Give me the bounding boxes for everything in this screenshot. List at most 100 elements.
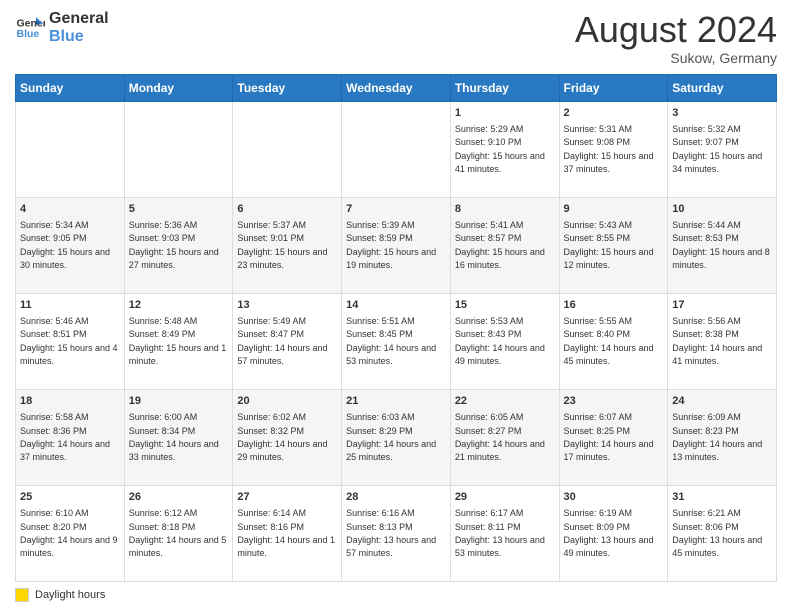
calendar-cell: 25Sunrise: 6:10 AM Sunset: 8:20 PM Dayli… [16, 485, 125, 581]
month-title: August 2024 [575, 10, 777, 50]
calendar-cell: 2 Sunrise: 5:31 AM Sunset: 9:08 PM Daylig… [559, 101, 668, 197]
day-number: 5 [129, 202, 229, 217]
day-detail: Sunrise: 6:02 AM Sunset: 8:32 PM Dayligh… [237, 412, 327, 462]
daylight-color-box [15, 588, 29, 602]
calendar-cell: 4 Sunrise: 5:34 AM Sunset: 9:05 PM Daylig… [16, 197, 125, 293]
logo-icon: General Blue [15, 13, 45, 43]
calendar-table: SundayMondayTuesdayWednesdayThursdayFrid… [15, 74, 777, 582]
day-number: 4 [20, 202, 120, 217]
calendar-cell: 1Sunrise: 5:29 AM Sunset: 9:10 PM Daylig… [450, 101, 559, 197]
day-number: 24 [672, 394, 772, 409]
day-detail: Sunrise: 6:05 AM Sunset: 8:27 PM Dayligh… [455, 412, 545, 462]
calendar-cell: 30 Sunrise: 6:19 AM Sunset: 8:09 PM Dayli… [559, 485, 668, 581]
weekday-header-monday: Monday [124, 74, 233, 101]
day-detail: Sunrise: 5:32 AM Sunset: 9:07 PM Dayligh… [672, 124, 762, 174]
day-number: 13 [237, 298, 337, 313]
day-detail: Sunrise: 6:16 AM Sunset: 8:13 PM Dayligh… [346, 508, 436, 558]
calendar-cell: 22Sunrise: 6:05 AM Sunset: 8:27 PM Dayli… [450, 389, 559, 485]
calendar-cell: 15Sunrise: 5:53 AM Sunset: 8:43 PM Dayli… [450, 293, 559, 389]
day-number: 16 [564, 298, 664, 313]
calendar-cell: 5 Sunrise: 5:36 AM Sunset: 9:03 PM Daylig… [124, 197, 233, 293]
calendar-cell: 19Sunrise: 6:00 AM Sunset: 8:34 PM Dayli… [124, 389, 233, 485]
calendar-cell: 3 Sunrise: 5:32 AM Sunset: 9:07 PM Daylig… [668, 101, 777, 197]
day-detail: Sunrise: 5:29 AM Sunset: 9:10 PM Dayligh… [455, 124, 545, 174]
calendar-cell: 14 Sunrise: 5:51 AM Sunset: 8:45 PM Dayli… [342, 293, 451, 389]
day-number: 18 [20, 394, 120, 409]
day-number: 29 [455, 490, 555, 505]
day-detail: Sunrise: 5:34 AM Sunset: 9:05 PM Dayligh… [20, 220, 110, 270]
day-number: 19 [129, 394, 229, 409]
weekday-header-sunday: Sunday [16, 74, 125, 101]
day-detail: Sunrise: 6:21 AM Sunset: 8:06 PM Dayligh… [672, 508, 762, 558]
calendar-cell: 29Sunrise: 6:17 AM Sunset: 8:11 PM Dayli… [450, 485, 559, 581]
calendar-cell: 31 Sunrise: 6:21 AM Sunset: 8:06 PM Dayli… [668, 485, 777, 581]
weekday-header-row: SundayMondayTuesdayWednesdayThursdayFrid… [16, 74, 777, 101]
day-detail: Sunrise: 6:09 AM Sunset: 8:23 PM Dayligh… [672, 412, 762, 462]
calendar-week-5: 25Sunrise: 6:10 AM Sunset: 8:20 PM Dayli… [16, 485, 777, 581]
day-number: 9 [564, 202, 664, 217]
calendar-cell: 9Sunrise: 5:43 AM Sunset: 8:55 PM Daylig… [559, 197, 668, 293]
day-detail: Sunrise: 5:46 AM Sunset: 8:51 PM Dayligh… [20, 316, 118, 366]
logo-blue: Blue [49, 28, 109, 46]
calendar-cell: 28 Sunrise: 6:16 AM Sunset: 8:13 PM Dayli… [342, 485, 451, 581]
calendar-cell [124, 101, 233, 197]
logo-general: General [49, 10, 109, 28]
day-number: 3 [672, 106, 772, 121]
weekday-header-saturday: Saturday [668, 74, 777, 101]
day-number: 2 [564, 106, 664, 121]
day-detail: Sunrise: 5:39 AM Sunset: 8:59 PM Dayligh… [346, 220, 436, 270]
calendar-cell: 27Sunrise: 6:14 AM Sunset: 8:16 PM Dayli… [233, 485, 342, 581]
day-number: 31 [672, 490, 772, 505]
day-detail: Sunrise: 5:37 AM Sunset: 9:01 PM Dayligh… [237, 220, 327, 270]
calendar-cell [16, 101, 125, 197]
calendar-cell: 13 Sunrise: 5:49 AM Sunset: 8:47 PM Dayli… [233, 293, 342, 389]
calendar-cell [342, 101, 451, 197]
calendar-cell: 18 Sunrise: 5:58 AM Sunset: 8:36 PM Dayli… [16, 389, 125, 485]
day-number: 14 [346, 298, 446, 313]
day-number: 6 [237, 202, 337, 217]
day-detail: Sunrise: 5:36 AM Sunset: 9:03 PM Dayligh… [129, 220, 219, 270]
calendar-week-3: 11 Sunrise: 5:46 AM Sunset: 8:51 PM Dayli… [16, 293, 777, 389]
calendar-cell: 23 Sunrise: 6:07 AM Sunset: 8:25 PM Dayli… [559, 389, 668, 485]
weekday-header-tuesday: Tuesday [233, 74, 342, 101]
day-detail: Sunrise: 6:14 AM Sunset: 8:16 PM Dayligh… [237, 508, 335, 558]
header: General Blue General Blue August 2024 Su… [15, 10, 777, 66]
day-number: 8 [455, 202, 555, 217]
day-number: 25 [20, 490, 120, 505]
footer: Daylight hours [15, 588, 777, 602]
weekday-header-friday: Friday [559, 74, 668, 101]
day-number: 7 [346, 202, 446, 217]
calendar-cell [233, 101, 342, 197]
calendar-cell: 17Sunrise: 5:56 AM Sunset: 8:38 PM Dayli… [668, 293, 777, 389]
weekday-header-thursday: Thursday [450, 74, 559, 101]
day-detail: Sunrise: 6:03 AM Sunset: 8:29 PM Dayligh… [346, 412, 436, 462]
day-detail: Sunrise: 5:48 AM Sunset: 8:49 PM Dayligh… [129, 316, 227, 366]
day-number: 20 [237, 394, 337, 409]
calendar-cell: 21 Sunrise: 6:03 AM Sunset: 8:29 PM Dayli… [342, 389, 451, 485]
calendar-cell: 6 Sunrise: 5:37 AM Sunset: 9:01 PM Daylig… [233, 197, 342, 293]
calendar-cell: 24 Sunrise: 6:09 AM Sunset: 8:23 PM Dayli… [668, 389, 777, 485]
day-detail: Sunrise: 5:49 AM Sunset: 8:47 PM Dayligh… [237, 316, 327, 366]
day-number: 12 [129, 298, 229, 313]
calendar-cell: 26Sunrise: 6:12 AM Sunset: 8:18 PM Dayli… [124, 485, 233, 581]
day-detail: Sunrise: 5:41 AM Sunset: 8:57 PM Dayligh… [455, 220, 545, 270]
title-block: August 2024 Sukow, Germany [575, 10, 777, 66]
calendar-cell: 7 Sunrise: 5:39 AM Sunset: 8:59 PM Daylig… [342, 197, 451, 293]
day-detail: Sunrise: 5:58 AM Sunset: 8:36 PM Dayligh… [20, 412, 110, 462]
day-detail: Sunrise: 6:19 AM Sunset: 8:09 PM Dayligh… [564, 508, 654, 558]
day-detail: Sunrise: 5:51 AM Sunset: 8:45 PM Dayligh… [346, 316, 436, 366]
day-number: 28 [346, 490, 446, 505]
day-detail: Sunrise: 5:31 AM Sunset: 9:08 PM Dayligh… [564, 124, 654, 174]
day-number: 23 [564, 394, 664, 409]
svg-text:Blue: Blue [17, 28, 40, 40]
calendar-cell: 10Sunrise: 5:44 AM Sunset: 8:53 PM Dayli… [668, 197, 777, 293]
page: General Blue General Blue August 2024 Su… [0, 0, 792, 612]
day-number: 11 [20, 298, 120, 313]
daylight-label: Daylight hours [35, 589, 105, 601]
day-detail: Sunrise: 5:44 AM Sunset: 8:53 PM Dayligh… [672, 220, 770, 270]
day-number: 30 [564, 490, 664, 505]
day-number: 21 [346, 394, 446, 409]
day-detail: Sunrise: 6:07 AM Sunset: 8:25 PM Dayligh… [564, 412, 654, 462]
calendar-cell: 8 Sunrise: 5:41 AM Sunset: 8:57 PM Daylig… [450, 197, 559, 293]
day-detail: Sunrise: 6:12 AM Sunset: 8:18 PM Dayligh… [129, 508, 227, 558]
